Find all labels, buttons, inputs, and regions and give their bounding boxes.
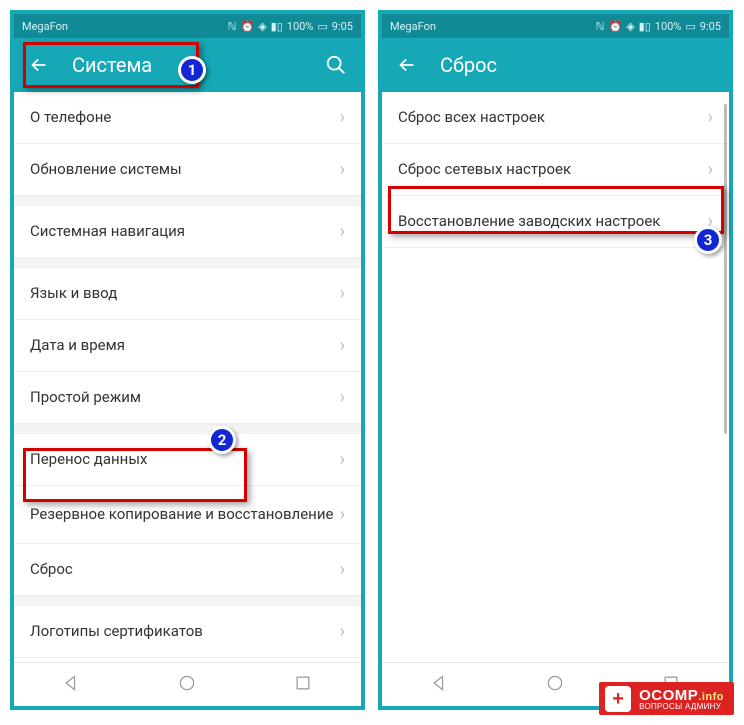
watermark-main: OCOMP.info — [639, 688, 724, 703]
nav-bar — [14, 662, 361, 706]
chevron-right-icon: › — [708, 211, 713, 232]
item-backup-restore[interactable]: Резервное копирование и восстановление › — [14, 486, 361, 544]
battery-percent: 100% — [287, 20, 314, 33]
watermark: + OCOMP.info ВОПРОСЫ АДМИНУ — [599, 682, 734, 715]
wifi-icon: ◈ — [626, 20, 634, 33]
battery-icon: ▭ — [685, 20, 695, 33]
watermark-sub: ВОПРОСЫ АДМИНУ — [639, 703, 724, 711]
status-bar: MegaFon ℕ ⏰ ◈ ▮▯ 100% ▭ 9:05 — [382, 14, 729, 38]
alarm-icon: ⏰ — [608, 20, 622, 33]
status-bar: MegaFon ℕ ⏰ ◈ ▮▯ 100% ▭ 9:05 — [14, 14, 361, 38]
nav-home-button[interactable] — [545, 673, 565, 697]
battery-percent: 100% — [655, 20, 682, 33]
back-button[interactable] — [28, 54, 50, 76]
section-gap — [14, 196, 361, 206]
back-button[interactable] — [396, 54, 418, 76]
chevron-right-icon: › — [340, 283, 345, 304]
item-about-phone[interactable]: О телефоне › — [14, 92, 361, 144]
carrier-label: MegaFon — [390, 20, 436, 33]
reset-list: Сброс всех настроек › Сброс сетевых наст… — [382, 92, 729, 248]
signal-icon: ▮▯ — [271, 20, 283, 33]
item-date-time[interactable]: Дата и время › — [14, 320, 361, 372]
nav-back-button[interactable] — [62, 673, 82, 697]
nfc-icon: ℕ — [228, 20, 237, 33]
item-simple-mode[interactable]: Простой режим › — [14, 372, 361, 424]
app-bar: Сброс — [382, 38, 729, 92]
item-factory-reset[interactable]: Восстановление заводских настроек › — [382, 196, 729, 248]
chevron-right-icon: › — [340, 107, 345, 128]
item-cert-logos[interactable]: Логотипы сертификатов › — [14, 606, 361, 658]
clock: 9:05 — [332, 20, 353, 33]
chevron-right-icon: › — [340, 559, 345, 580]
item-reset-all[interactable]: Сброс всех настроек › — [382, 92, 729, 144]
item-language-input[interactable]: Язык и ввод › — [14, 268, 361, 320]
chevron-right-icon: › — [340, 449, 345, 470]
scroll-indicator — [724, 104, 727, 434]
alarm-icon: ⏰ — [240, 20, 254, 33]
status-right: ℕ ⏰ ◈ ▮▯ 100% ▭ 9:05 — [596, 20, 721, 33]
section-gap — [14, 596, 361, 606]
phone-right: MegaFon ℕ ⏰ ◈ ▮▯ 100% ▭ 9:05 Сброс Сброс… — [378, 10, 733, 710]
carrier-label: MegaFon — [22, 20, 68, 33]
nfc-icon: ℕ — [596, 20, 605, 33]
page-title: Система — [72, 53, 303, 77]
wifi-icon: ◈ — [258, 20, 266, 33]
item-system-navigation[interactable]: Системная навигация › — [14, 206, 361, 258]
section-gap — [14, 258, 361, 268]
item-reset-network[interactable]: Сброс сетевых настроек › — [382, 144, 729, 196]
chevron-right-icon: › — [340, 621, 345, 642]
phone-left: MegaFon ℕ ⏰ ◈ ▮▯ 100% ▭ 9:05 Система О т… — [10, 10, 365, 710]
chevron-right-icon: › — [340, 221, 345, 242]
section-gap — [14, 424, 361, 434]
battery-icon: ▭ — [317, 20, 327, 33]
nav-home-button[interactable] — [177, 673, 197, 697]
item-system-update[interactable]: Обновление системы › — [14, 144, 361, 196]
chevron-right-icon: › — [340, 504, 345, 525]
chevron-right-icon: › — [340, 335, 345, 356]
signal-icon: ▮▯ — [639, 20, 651, 33]
page-title: Сброс — [440, 53, 715, 77]
chevron-right-icon: › — [708, 159, 713, 180]
chevron-right-icon: › — [340, 387, 345, 408]
search-button[interactable] — [325, 54, 347, 76]
item-data-transfer[interactable]: Перенос данных › — [14, 434, 361, 486]
item-reset[interactable]: Сброс › — [14, 544, 361, 596]
watermark-plus-icon: + — [605, 686, 631, 712]
settings-list: О телефоне › Обновление системы › Систем… — [14, 92, 361, 658]
chevron-right-icon: › — [708, 107, 713, 128]
nav-back-button[interactable] — [430, 673, 450, 697]
clock: 9:05 — [700, 20, 721, 33]
app-bar: Система — [14, 38, 361, 92]
nav-recent-button[interactable] — [293, 673, 313, 697]
status-right: ℕ ⏰ ◈ ▮▯ 100% ▭ 9:05 — [228, 20, 353, 33]
chevron-right-icon: › — [340, 159, 345, 180]
